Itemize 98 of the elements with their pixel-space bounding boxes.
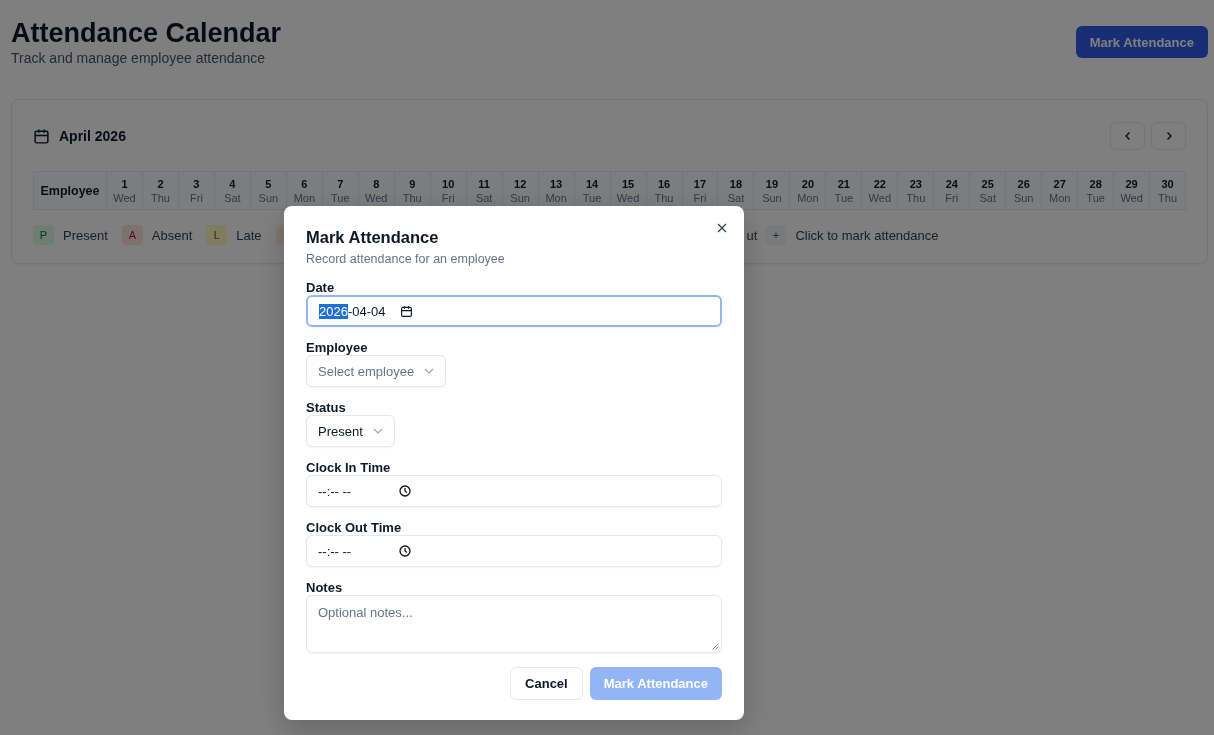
- weekday-label: Mon: [797, 190, 819, 205]
- weekday-label: Wed: [365, 190, 388, 205]
- weekday-label: Sat: [727, 190, 745, 205]
- chevron-down-icon: [372, 428, 383, 434]
- day-number: 27: [1053, 176, 1066, 191]
- day-number: 20: [801, 176, 814, 191]
- calendar-icon: [33, 127, 50, 145]
- resize-handle-icon[interactable]: [712, 643, 719, 650]
- day-number: 19: [765, 176, 779, 191]
- weekday-label: Sun: [258, 190, 279, 205]
- weekday-label: Thu: [150, 190, 170, 205]
- chevron-down-icon: [424, 368, 435, 374]
- weekday-label: Fri: [693, 190, 707, 205]
- day-number: 25: [981, 176, 994, 191]
- weekday-label: Thu: [906, 190, 926, 205]
- page-title: Attendance Calendar: [11, 18, 282, 48]
- day-number: 18: [729, 176, 743, 191]
- day-number: 4: [229, 176, 236, 191]
- weekday-label: Sun: [510, 190, 530, 205]
- day-number: 6: [301, 176, 308, 191]
- weekday-label: Sun: [762, 190, 782, 205]
- weekday-label: Fri: [190, 190, 203, 205]
- day-number: 5: [265, 176, 272, 191]
- weekday-label: Fri: [441, 190, 455, 205]
- month-label: April 2026: [59, 128, 126, 144]
- notes-placeholder: Optional notes...: [318, 605, 413, 620]
- field-label: Date: [306, 280, 335, 295]
- field-label: Employee: [306, 340, 368, 355]
- select-field[interactable]: Select employee: [306, 355, 447, 387]
- field-label: Notes: [306, 580, 343, 595]
- add-badge: +: [765, 225, 787, 245]
- day-number: 8: [373, 176, 380, 191]
- weekday-label: Sun: [1013, 190, 1034, 205]
- weekday-label: Wed: [113, 190, 136, 205]
- day-number: 10: [442, 176, 455, 191]
- status-badge: P: [33, 225, 54, 245]
- legend-label: ut: [746, 227, 758, 243]
- calendar-icon: [399, 304, 413, 318]
- legend-label: Present: [63, 227, 108, 243]
- day-number: 26: [1017, 176, 1030, 191]
- clock-icon[interactable]: [399, 545, 412, 557]
- field-label: Clock Out Time: [306, 520, 402, 535]
- select-field[interactable]: Present: [306, 415, 395, 447]
- field-label: Status: [306, 400, 346, 415]
- weekday-label: Thu: [402, 190, 422, 205]
- day-number: 7: [337, 176, 344, 191]
- dialog-title: Mark Attendance: [306, 227, 440, 247]
- weekday-label: Wed: [868, 190, 892, 205]
- day-number: 23: [909, 176, 922, 191]
- weekday-label: Wed: [1120, 190, 1143, 205]
- weekday-label: Tue: [1086, 190, 1105, 205]
- legend-label: Absent: [151, 227, 193, 243]
- field-label: Clock In Time: [306, 460, 391, 475]
- time-value: --:-- --: [318, 543, 352, 559]
- cancel-button[interactable]: Cancel: [510, 667, 583, 700]
- day-number: 29: [1125, 176, 1138, 191]
- clock-icon[interactable]: [399, 485, 412, 497]
- time-field[interactable]: --:-- --: [306, 535, 722, 567]
- weekday-label: Thu: [654, 190, 674, 205]
- weekday-label: Thu: [1158, 190, 1178, 205]
- weekday-label: Tue: [834, 190, 854, 205]
- day-number: 17: [693, 176, 707, 191]
- column-header: Employee: [34, 172, 107, 210]
- day-number: 12: [514, 176, 527, 191]
- time-value: --:-- --: [318, 483, 352, 499]
- weekday-label: Tue: [331, 190, 350, 205]
- notes-field[interactable]: Optional notes...: [306, 595, 722, 653]
- day-number: 3: [193, 176, 200, 191]
- weekday-label: Mon: [293, 190, 316, 205]
- day-number: 30: [1161, 176, 1174, 191]
- weekday-label: Fri: [945, 190, 959, 205]
- status-badge: L: [206, 225, 228, 245]
- day-number: 1: [121, 176, 128, 191]
- weekday-label: Tue: [582, 190, 602, 205]
- weekday-label: Sat: [475, 190, 493, 205]
- hint-text: Click to mark attendance: [795, 227, 939, 243]
- weekday-label: Sat: [224, 190, 241, 205]
- day-number: 9: [409, 176, 416, 191]
- day-number: 11: [478, 176, 490, 191]
- weekday-label: Sat: [979, 190, 996, 205]
- day-number: 14: [585, 176, 599, 191]
- status-badge: A: [121, 225, 143, 245]
- day-number: 16: [657, 176, 671, 191]
- dialog-subtitle: Record attendance for an employee: [306, 252, 506, 266]
- legend-label: Late: [236, 227, 262, 243]
- page-subtitle: Track and manage employee attendance: [11, 50, 266, 66]
- weekday-label: Wed: [616, 190, 640, 205]
- day-number: 2: [157, 176, 164, 191]
- time-field[interactable]: --:-- --: [306, 475, 722, 507]
- day-number: 21: [837, 176, 850, 191]
- close-icon[interactable]: [715, 221, 729, 235]
- day-number: 24: [945, 176, 958, 191]
- day-number: 15: [621, 176, 635, 191]
- day-number: 28: [1089, 176, 1102, 191]
- weekday-label: Mon: [1048, 190, 1071, 205]
- day-number: 13: [550, 176, 563, 191]
- weekday-label: Mon: [545, 190, 567, 205]
- day-number: 22: [873, 176, 886, 191]
